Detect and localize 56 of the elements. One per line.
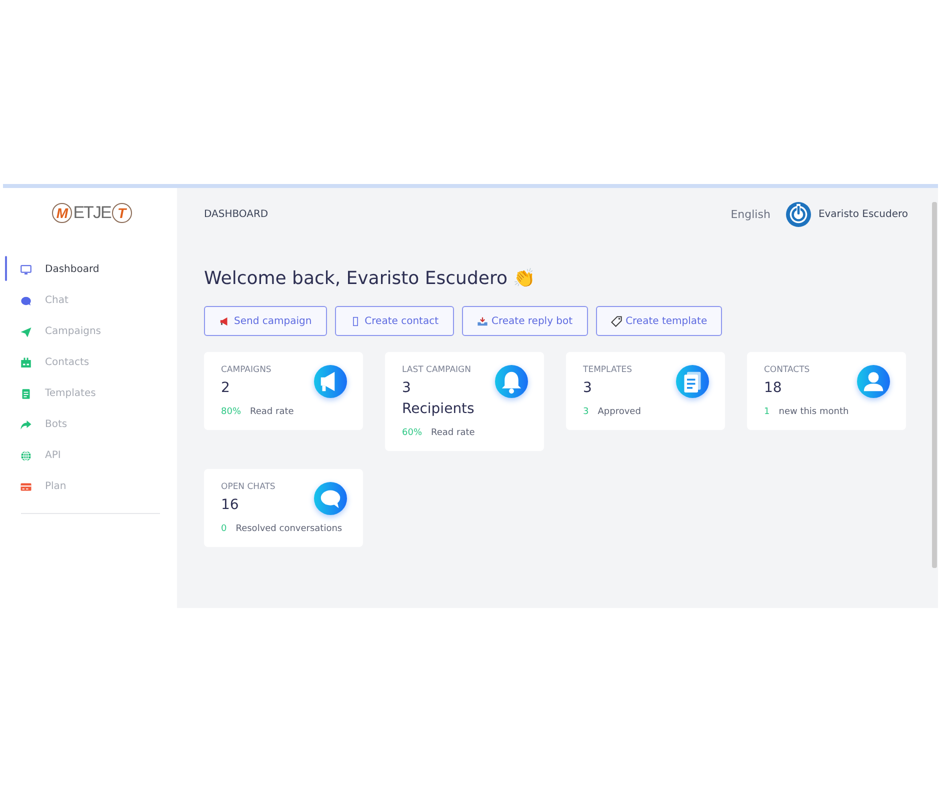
sidebar-item[interactable]: API [3,440,177,471]
stat-value: 1 [764,407,770,417]
card-title: CONTACTS [764,365,810,375]
sidebar-item[interactable]: Contacts [3,347,177,378]
card-value: 3 Recipients [402,379,474,419]
logo: M ETJE T [52,203,132,223]
card-value: 3 [583,379,593,398]
sidebar-item[interactable]: Campaigns [3,316,177,347]
sidebar-item[interactable]: Chat [3,285,177,316]
user-name[interactable]: Evaristo Escudero [818,209,908,220]
sidebar-item[interactable]: Bots [3,409,177,440]
power-icon[interactable] [786,202,812,227]
bell-icon [495,365,528,398]
card-title: TEMPLATES [583,365,632,375]
card-title: LAST CAMPAIGN [402,365,472,375]
language-selector[interactable]: English [730,208,770,221]
action-button[interactable]: Create template [596,306,722,336]
stat-value: 80% [221,407,242,417]
monitor-icon [20,264,32,276]
chat-icon [314,482,347,515]
megaphone-icon [314,365,347,398]
sidebar-item[interactable]: Templates [3,378,177,409]
chat-icon [20,294,32,306]
page-title: DASHBOARD [204,209,268,220]
scrollbar[interactable] [932,202,937,568]
stat-value: 60% [402,428,422,438]
card-title: CAMPAIGNS [221,365,272,375]
stat-value: 3 [583,407,589,417]
megaphone-icon [219,316,230,326]
action-button[interactable]: Send campaign [204,306,327,336]
card-title: OPEN CHATS [221,482,276,492]
share-arrow-icon [20,418,32,430]
tray-icon [476,316,488,326]
action-button[interactable]: Create contact [334,306,454,336]
sidebar-item[interactable]: Dashboard [3,254,177,285]
paper-plane-icon [20,326,32,338]
contacts-icon [20,356,32,368]
stat-label: new this month [778,407,849,417]
action-button[interactable]: Create reply bot [462,306,588,336]
document-icon [676,365,709,398]
credit-card-icon [20,480,32,492]
card-value: 16 [221,496,240,515]
stat-label: Resolved conversations [236,524,342,534]
person-icon [857,365,890,398]
stat-label: Approved [598,407,641,417]
stat-value: 0 [221,524,227,534]
tag-icon [610,316,622,326]
globe-icon [20,450,32,462]
document-icon [20,388,32,400]
sidebar-item[interactable]: Plan [3,471,177,502]
card-value: 2 [221,379,231,398]
stat-label: Read rate [431,428,475,438]
stat-label: Read rate [250,407,294,417]
card-value: 18 [764,379,783,398]
welcome-heading: Welcome back, Evaristo Escudero 👏 [204,267,536,291]
active-indicator [5,256,7,281]
